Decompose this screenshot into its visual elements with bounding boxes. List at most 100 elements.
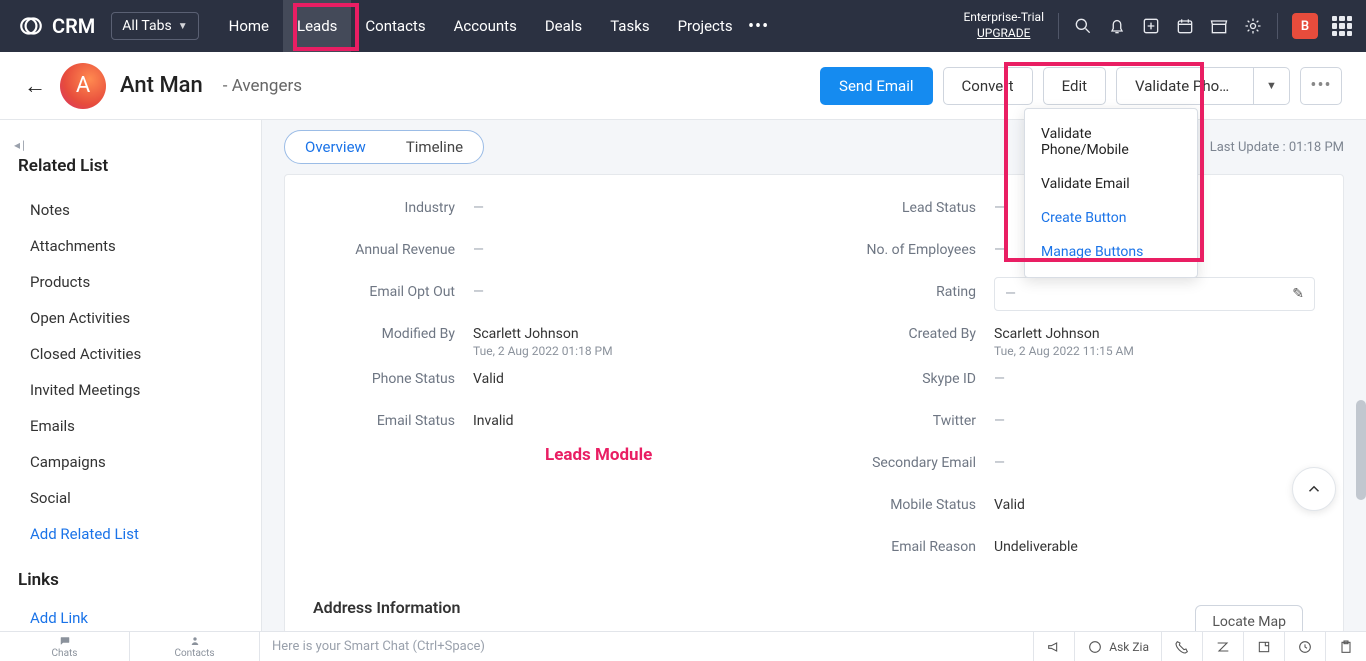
tab-timeline[interactable]: Timeline [386, 131, 483, 163]
store-icon[interactable] [1209, 16, 1229, 36]
back-arrow-icon[interactable]: ← [24, 73, 46, 99]
field-value: — [994, 364, 1315, 387]
sidebar-item-social[interactable]: Social [14, 480, 261, 516]
chat-icon [58, 635, 72, 647]
locate-map-button[interactable]: Locate Map [1195, 605, 1303, 631]
user-avatar[interactable]: B [1292, 13, 1318, 39]
field-row: Modified ByScarlett JohnsonTue, 2 Aug 20… [313, 319, 794, 358]
record-actions: Send Email Convert Edit Validate Phon… ▼… [820, 67, 1342, 105]
edit-button[interactable]: Edit [1043, 67, 1106, 105]
sidebar-item-invited-meetings[interactable]: Invited Meetings [14, 372, 261, 408]
nav-more-icon[interactable]: ••• [747, 16, 771, 37]
collapse-handle-icon[interactable]: ◂| [14, 138, 261, 152]
field-row: Created ByScarlett JohnsonTue, 2 Aug 202… [834, 319, 1315, 358]
field-label: Twitter [834, 406, 994, 429]
all-tabs-dropdown[interactable]: All Tabs ▼ [111, 12, 198, 40]
validate-button[interactable]: Validate Phon… [1116, 67, 1254, 105]
sidebar-item-campaigns[interactable]: Campaigns [14, 444, 261, 480]
calendar-icon[interactable] [1175, 16, 1195, 36]
brand-logo[interactable]: CRM [18, 13, 95, 39]
trial-plan-label: Enterprise-Trial [963, 10, 1044, 26]
footer-clipboard-icon[interactable] [1325, 632, 1366, 661]
sidebar-item-notes[interactable]: Notes [14, 192, 261, 228]
ask-zia-label: Ask Zia [1109, 640, 1149, 654]
gear-icon[interactable] [1243, 16, 1263, 36]
more-actions-button[interactable]: ••• [1300, 67, 1342, 105]
field-row: Mobile StatusValid [834, 490, 1315, 526]
field-value: — [473, 277, 794, 300]
trial-info: Enterprise-Trial UPGRADE [963, 10, 1044, 41]
field-value: Scarlett JohnsonTue, 2 Aug 2022 01:18 PM [473, 319, 794, 358]
sidebar-item-emails[interactable]: Emails [14, 408, 261, 444]
footer-contacts-tab[interactable]: Contacts [130, 632, 260, 661]
rating-select[interactable]: —✎ [994, 277, 1315, 311]
nav-leads[interactable]: Leads [283, 0, 351, 52]
convert-button[interactable]: Convert [943, 67, 1033, 105]
field-row: Email Opt Out— [313, 277, 794, 313]
footer-history-icon[interactable] [1284, 632, 1325, 661]
sidebar-item-products[interactable]: Products [14, 264, 261, 300]
smart-chat-input[interactable]: Here is your Smart Chat (Ctrl+Space) [260, 639, 1033, 654]
apps-launcher-icon[interactable] [1332, 16, 1352, 36]
scrollbar-thumb[interactable] [1356, 400, 1366, 500]
search-icon[interactable] [1073, 16, 1093, 36]
last-update: Last Update : 01:18 PM [1210, 140, 1344, 155]
nav-tasks[interactable]: Tasks [596, 0, 663, 52]
send-email-button[interactable]: Send Email [820, 67, 932, 105]
dropdown-manage-buttons[interactable]: Manage Buttons [1025, 235, 1197, 269]
tab-overview[interactable]: Overview [285, 131, 386, 163]
nav-accounts[interactable]: Accounts [440, 0, 531, 52]
field-value: Invalid [473, 406, 794, 429]
field-value: Valid [473, 364, 794, 387]
chevron-down-icon: ▼ [178, 21, 188, 32]
add-related-list-link[interactable]: Add Related List [14, 516, 261, 552]
add-link[interactable]: Add Link [14, 600, 261, 631]
validate-dropdown-menu: Validate Phone/Mobile Validate Email Cre… [1024, 108, 1198, 278]
dropdown-validate-email[interactable]: Validate Email [1025, 167, 1197, 201]
bell-icon[interactable] [1107, 16, 1127, 36]
sidebar-item-open-activities[interactable]: Open Activities [14, 300, 261, 336]
validate-button-label: Validate Phon… [1135, 77, 1235, 95]
dropdown-create-button[interactable]: Create Button [1025, 201, 1197, 235]
record-subtitle: - Avengers [223, 76, 302, 96]
footer-bar: Chats Contacts Here is your Smart Chat (… [0, 631, 1366, 661]
field-row [313, 532, 794, 568]
nav-home[interactable]: Home [215, 0, 283, 52]
footer-chats-tab[interactable]: Chats [0, 632, 130, 661]
field-value: — [994, 448, 1315, 471]
field-row [313, 490, 794, 526]
field-row: Phone StatusValid [313, 364, 794, 400]
related-list-title: Related List [18, 156, 261, 176]
crm-logo-icon [18, 13, 44, 39]
field-row: Annual Revenue— [313, 235, 794, 271]
sidebar-item-attachments[interactable]: Attachments [14, 228, 261, 264]
footer-zia-icon[interactable] [1202, 632, 1243, 661]
dropdown-validate-phone[interactable]: Validate Phone/Mobile [1025, 117, 1197, 167]
nav-contacts[interactable]: Contacts [351, 0, 439, 52]
footer-ask-zia[interactable]: Ask Zia [1074, 632, 1161, 661]
field-row: Twitter— [834, 406, 1315, 442]
add-icon[interactable] [1141, 16, 1161, 36]
address-section-header: Address Information [313, 598, 1315, 617]
scroll-to-top-button[interactable] [1292, 467, 1336, 511]
pill-tabs: Overview Timeline [284, 130, 484, 164]
sidebar-item-closed-activities[interactable]: Closed Activities [14, 336, 261, 372]
field-label: Rating [834, 277, 994, 300]
contact-icon [188, 635, 202, 647]
field-label: Skype ID [834, 364, 994, 387]
upgrade-link[interactable]: UPGRADE [963, 26, 1044, 42]
field-label: No. of Employees [834, 235, 994, 258]
validate-dropdown-caret[interactable]: ▼ [1254, 67, 1290, 105]
footer-sticky-icon[interactable] [1243, 632, 1284, 661]
nav-projects[interactable]: Projects [664, 0, 747, 52]
field-value: Valid [994, 490, 1315, 513]
field-row: Skype ID— [834, 364, 1315, 400]
record-avatar: A [60, 63, 106, 109]
record-content: Overview Timeline Last Update : 01:18 PM… [262, 120, 1366, 631]
field-label: Mobile Status [834, 490, 994, 513]
field-value: Undeliverable [994, 532, 1315, 555]
footer-announcement-icon[interactable] [1034, 632, 1074, 661]
footer-phone-icon[interactable] [1161, 632, 1202, 661]
field-label: Secondary Email [834, 448, 994, 471]
nav-deals[interactable]: Deals [531, 0, 596, 52]
